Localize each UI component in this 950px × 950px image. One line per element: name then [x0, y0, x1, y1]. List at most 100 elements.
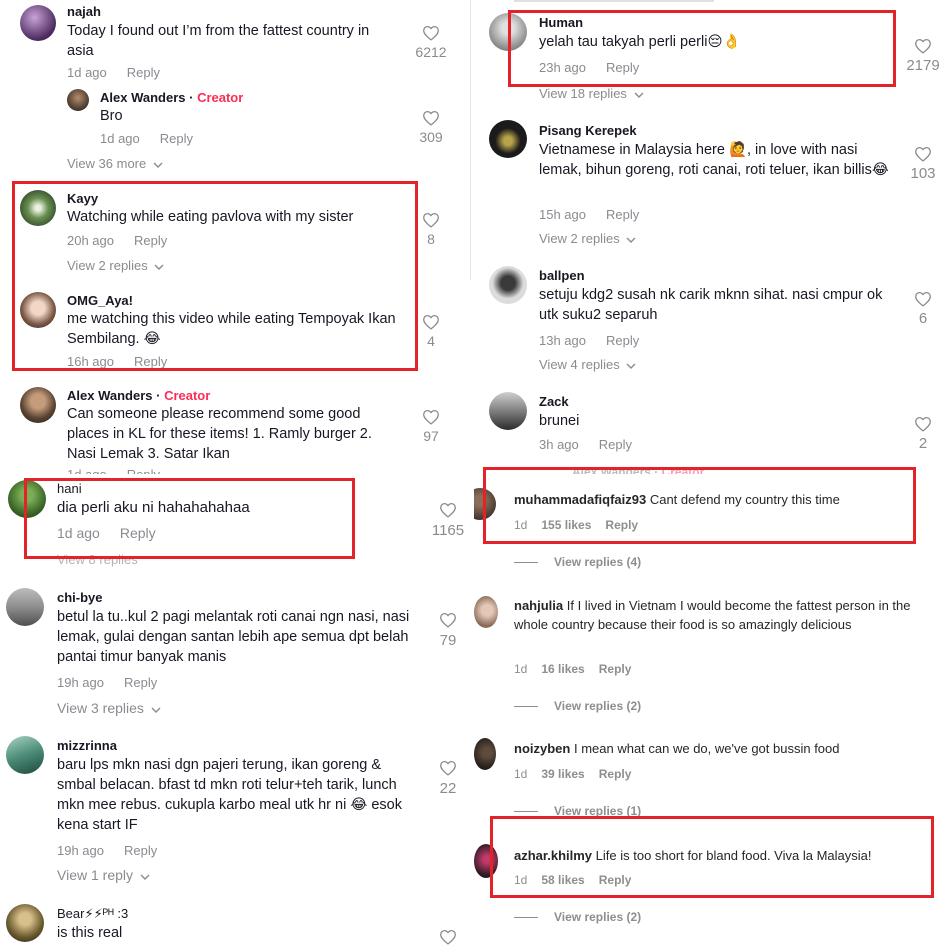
comment-meta: 1d 155 likes Reply: [514, 518, 652, 532]
comment-text: yelah tau takyah perli perli😔👌: [539, 34, 741, 50]
comment-text: noizyben I mean what can we do, we've go…: [514, 741, 840, 756]
comment-meta: 3h ago Reply: [539, 437, 652, 452]
heart-icon[interactable]: [439, 929, 457, 945]
comment-text: Bro: [100, 108, 123, 124]
comment-username[interactable]: nahjulia: [514, 598, 563, 613]
comment-meta: 13h ago Reply: [539, 333, 659, 348]
heart-icon[interactable]: [422, 212, 440, 228]
like-count: 103: [910, 165, 936, 182]
comment-username[interactable]: Kayy: [67, 191, 98, 206]
avatar[interactable]: [474, 844, 498, 878]
view-replies-button[interactable]: View 8 replies: [57, 552, 138, 567]
avatar[interactable]: [20, 292, 56, 328]
reply-button[interactable]: Reply: [124, 675, 157, 690]
heart-icon[interactable]: [439, 612, 457, 628]
reply-button[interactable]: Reply: [599, 873, 632, 887]
avatar[interactable]: [489, 266, 527, 304]
comment-meta: 1d 16 likes Reply: [514, 662, 645, 676]
comment-username[interactable]: chi-bye: [57, 590, 103, 605]
comment-username[interactable]: Alex Wanders · Creator: [67, 388, 210, 403]
reply-button[interactable]: Reply: [599, 437, 632, 452]
heart-icon[interactable]: [422, 314, 440, 330]
avatar[interactable]: [474, 488, 496, 520]
heart-icon[interactable]: [914, 38, 932, 54]
reply-button[interactable]: Reply: [599, 662, 632, 676]
comment-username[interactable]: Human: [539, 15, 583, 30]
comment-username[interactable]: Alex Wanders · Creator: [572, 465, 704, 474]
comment-meta: 1d ago Reply: [67, 65, 180, 80]
avatar[interactable]: [489, 120, 527, 158]
top-divider: [514, 0, 714, 2]
reply-button[interactable]: Reply: [599, 767, 632, 781]
avatar[interactable]: [20, 190, 56, 226]
comment-username[interactable]: mizzrinna: [57, 738, 117, 753]
comment-time: 1d ago: [67, 65, 107, 80]
avatar[interactable]: [6, 904, 44, 942]
comment-username[interactable]: muhammadafiqfaiz93: [514, 492, 646, 507]
avatar[interactable]: [20, 5, 56, 41]
heart-icon[interactable]: [422, 409, 440, 425]
view-replies-button[interactable]: View replies (2): [514, 910, 641, 924]
comment-username[interactable]: noizyben: [514, 741, 570, 756]
like-count: 8: [427, 231, 435, 247]
comment-username[interactable]: najah: [67, 4, 101, 19]
avatar[interactable]: [474, 738, 496, 770]
avatar[interactable]: [8, 480, 46, 518]
reply-button[interactable]: Reply: [127, 65, 160, 80]
heart-icon[interactable]: [422, 110, 440, 126]
view-replies-button[interactable]: View 4 replies: [539, 357, 636, 372]
avatar[interactable]: [6, 736, 44, 774]
view-replies-button[interactable]: View 1 reply: [57, 867, 150, 883]
comment-text: azhar.khilmy Life is too short for bland…: [514, 848, 872, 863]
avatar[interactable]: [489, 13, 527, 51]
comment-text: Can someone please recommend some good p…: [67, 406, 372, 462]
comment-text: Vietnamese in Malaysia here 🙋, in love w…: [539, 142, 889, 178]
view-replies-button[interactable]: View 18 replies: [539, 86, 644, 101]
like-count: 155 likes: [541, 518, 592, 532]
avatar[interactable]: [67, 89, 89, 111]
avatar[interactable]: [6, 588, 44, 626]
reply-button[interactable]: Reply: [606, 333, 639, 348]
avatar[interactable]: [474, 596, 498, 628]
comment-meta: 19h ago Reply: [57, 843, 177, 858]
reply-button[interactable]: Reply: [606, 60, 639, 75]
reply-button[interactable]: Reply: [134, 354, 167, 369]
heart-icon[interactable]: [914, 146, 932, 162]
comment-username[interactable]: Pisang Kerepek: [539, 123, 637, 138]
comment-username[interactable]: ballpen: [539, 268, 585, 283]
heart-icon[interactable]: [439, 502, 457, 518]
view-more-button[interactable]: View 36 more: [67, 156, 163, 171]
like-count: 16 likes: [541, 662, 585, 676]
comment-username[interactable]: hani: [57, 481, 82, 496]
like-count: 2179: [906, 57, 940, 74]
comment-username[interactable]: OMG_Aya!: [67, 293, 133, 308]
comment-username[interactable]: Bear⚡⚡ᴾᴴ :3: [57, 906, 128, 922]
comment-time: 3h ago: [539, 437, 579, 452]
view-replies-button[interactable]: View replies (2): [514, 699, 641, 713]
comment-username[interactable]: Alex Wanders · Creator: [100, 90, 243, 105]
comment-username[interactable]: azhar.khilmy: [514, 848, 592, 863]
view-replies-button[interactable]: View 3 replies: [57, 700, 161, 716]
heart-icon[interactable]: [439, 760, 457, 776]
avatar[interactable]: [489, 392, 527, 430]
like-count: 6212: [415, 44, 447, 60]
creator-badge: Creator: [197, 90, 244, 105]
avatar[interactable]: [20, 387, 56, 423]
reply-button[interactable]: Reply: [134, 233, 167, 248]
heart-icon[interactable]: [914, 416, 932, 432]
comment-username[interactable]: Zack: [539, 394, 569, 409]
view-replies-button[interactable]: View replies (1): [514, 804, 641, 818]
heart-icon[interactable]: [914, 291, 932, 307]
view-replies-button[interactable]: View 2 replies: [539, 231, 636, 246]
reply-button[interactable]: Reply: [606, 207, 639, 222]
comment-text: muhammadafiqfaiz93 Cant defend my countr…: [514, 492, 840, 507]
reply-button[interactable]: Reply: [124, 843, 157, 858]
view-replies-button[interactable]: View 2 replies: [67, 258, 164, 273]
reply-button[interactable]: Reply: [605, 518, 638, 532]
comment-text: baru lps mkn nasi dgn pajeri terung, ika…: [57, 757, 402, 833]
heart-icon[interactable]: [422, 25, 440, 41]
view-replies-button[interactable]: View replies (4): [514, 555, 641, 569]
comment-text: dia perli aku ni hahahahahaa: [57, 499, 250, 516]
reply-button[interactable]: Reply: [120, 525, 156, 541]
reply-button[interactable]: Reply: [160, 131, 193, 146]
